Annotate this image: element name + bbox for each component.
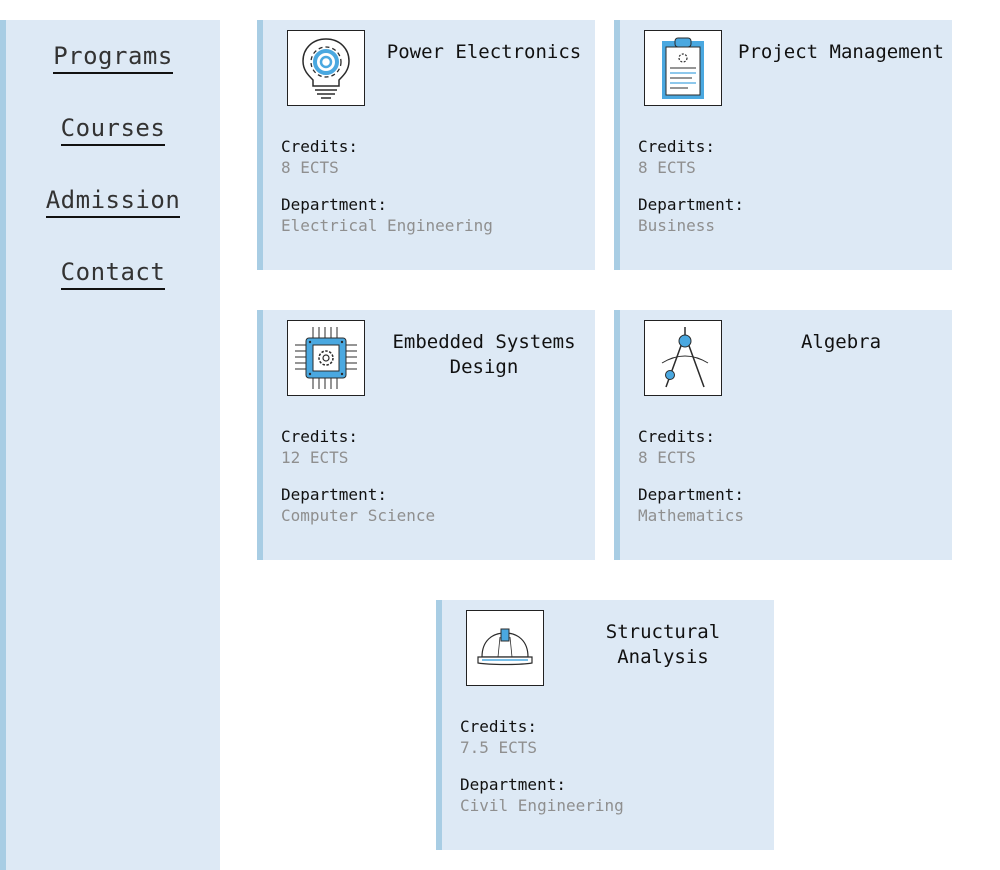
department-value: Civil Engineering (460, 796, 624, 815)
nav-link-contact[interactable]: Contact (6, 258, 220, 290)
credits-label: Credits: (281, 427, 359, 446)
credits-label: Credits: (460, 717, 538, 736)
lightbulb-gear-icon (287, 30, 365, 106)
microchip-icon (287, 320, 365, 396)
course-card-embedded-systems-design[interactable]: Embedded Systems Design Credits: 12 ECTS… (257, 310, 595, 560)
department-value: Business (638, 216, 716, 235)
course-card-power-electronics[interactable]: Power Electronics Credits: 8 ECTS Depart… (257, 20, 595, 270)
credits-value: 8 ECTS (281, 158, 339, 177)
credits-value: 8 ECTS (638, 158, 696, 177)
course-card-algebra[interactable]: Algebra Credits: 8 ECTS Department: Math… (614, 310, 952, 560)
course-title: Embedded Systems Design (392, 331, 576, 378)
course-title: Project Management (738, 41, 944, 63)
credits-label: Credits: (281, 137, 359, 156)
department-label: Department: (638, 195, 744, 214)
course-title: Structural Analysis (605, 621, 721, 668)
department-label: Department: (281, 485, 387, 504)
credits-value: 7.5 ECTS (460, 738, 538, 757)
department-label: Department: (638, 485, 744, 504)
nav-link-admission[interactable]: Admission (6, 186, 220, 218)
credits-label: Credits: (638, 137, 716, 156)
course-title: Power Electronics (386, 41, 582, 63)
department-label: Department: (281, 195, 387, 214)
department-label: Department: (460, 775, 566, 794)
course-title: Algebra (800, 331, 882, 353)
hard-hat-icon (466, 610, 544, 686)
nav-link-programs[interactable]: Programs (6, 42, 220, 74)
clipboard-icon (644, 30, 722, 106)
course-card-structural-analysis[interactable]: Structural Analysis Credits: 7.5 ECTS De… (436, 600, 774, 850)
department-value: Computer Science (281, 506, 436, 525)
nav-link-courses[interactable]: Courses (6, 114, 220, 146)
course-card-project-management[interactable]: Project Management Credits: 8 ECTS Depar… (614, 20, 952, 270)
credits-label: Credits: (638, 427, 716, 446)
credits-value: 12 ECTS (281, 448, 349, 467)
sidebar-nav: Programs Courses Admission Contact (0, 20, 220, 870)
department-value: Electrical Engineering (281, 216, 493, 235)
compass-icon (644, 320, 722, 396)
credits-value: 8 ECTS (638, 448, 696, 467)
department-value: Mathematics (638, 506, 744, 525)
